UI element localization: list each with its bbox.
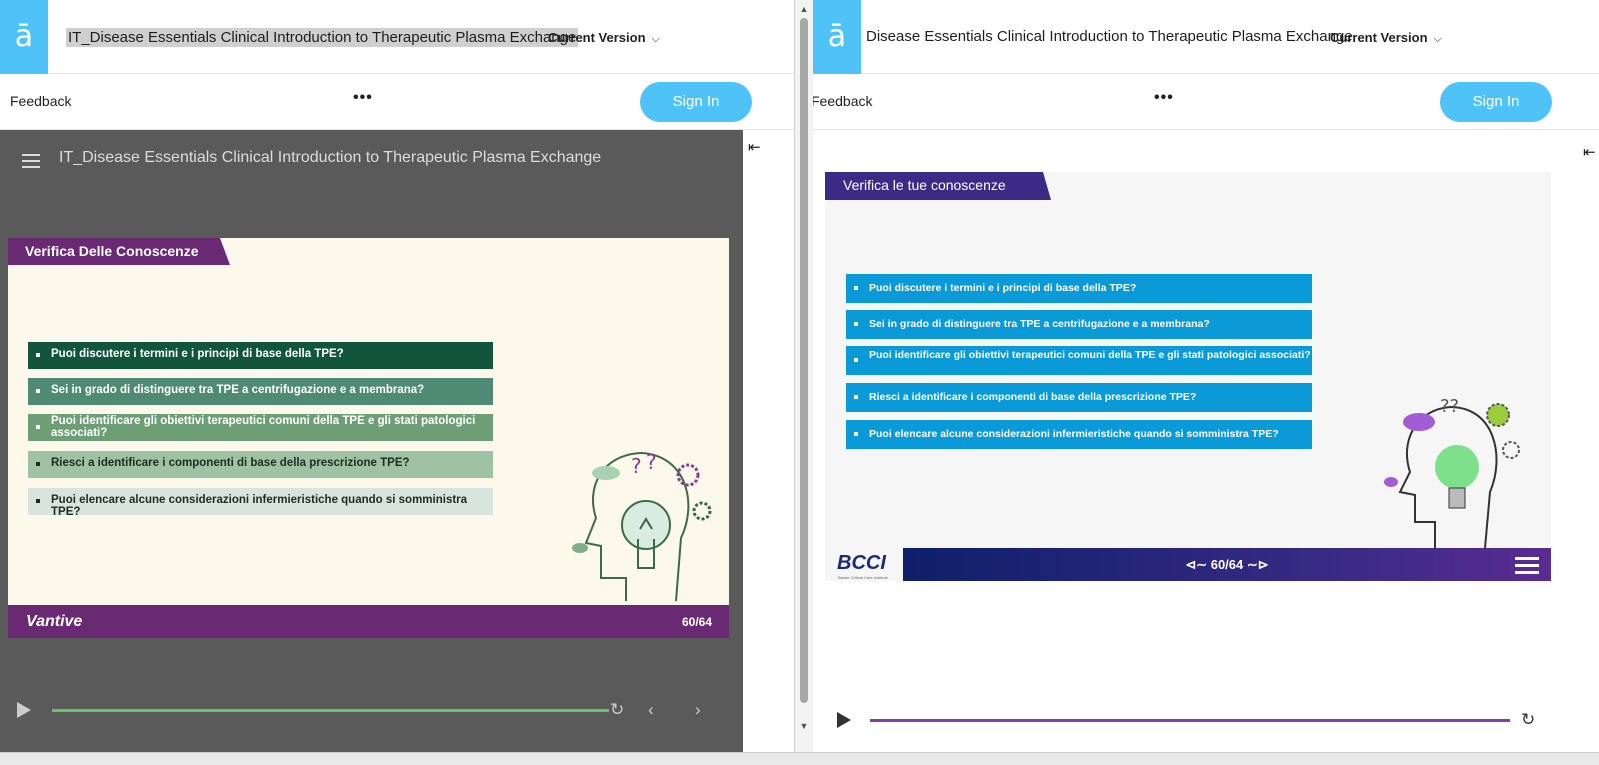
question-item: Puoi discutere i termini e i principi di… (28, 342, 493, 369)
chevron-down-icon: ⌵ (651, 33, 660, 45)
player-title: IT_Disease Essentials Clinical Introduct… (59, 149, 602, 166)
next-icon[interactable]: › (695, 700, 701, 720)
question-item: Puoi identificare gli obiettivi terapeut… (28, 414, 493, 441)
play-icon[interactable] (17, 702, 31, 718)
version-label: Current Version (1330, 30, 1428, 45)
version-dropdown[interactable]: Current Version ⌵ (1330, 30, 1442, 46)
prev-icon[interactable]: ‹ (648, 700, 654, 720)
question-item: Sei in grado di distinguere tra TPE a ce… (846, 310, 1312, 339)
version-dropdown[interactable]: Current Version ⌵ (548, 30, 660, 46)
slide-footer: Vantive 60/64 (8, 605, 729, 638)
vertical-scrollbar[interactable]: ▲ ▼ (796, 0, 812, 752)
question-item: Puoi discutere i termini e i principi di… (846, 274, 1312, 303)
top-bar: ā Disease Essentials Clinical Introducti… (813, 0, 1599, 74)
version-label: Current Version (548, 30, 646, 45)
progress-bar[interactable] (870, 719, 1510, 722)
right-pane: ā Disease Essentials Clinical Introducti… (813, 0, 1599, 752)
svg-text:?: ? (631, 454, 642, 478)
lightbulb-head-illustration: ? ? (572, 450, 712, 602)
feedback-link[interactable]: Feedback (813, 93, 872, 109)
feedback-bar: Feedback ••• Sign In (813, 74, 1599, 130)
slide: Verifica le tue conoscenze Puoi discuter… (825, 172, 1551, 581)
chevron-down-icon: ⌵ (1433, 33, 1442, 45)
slide-counter-text: 60/64 (1210, 557, 1244, 572)
feedback-link[interactable]: Feedback (10, 93, 71, 109)
logo-icon[interactable]: ā (0, 0, 48, 74)
svg-text:?: ? (646, 450, 657, 474)
hamburger-icon[interactable] (1515, 557, 1539, 578)
feedback-bar: Feedback ••• Sign In (0, 74, 794, 130)
slide-heading: Verifica le tue conoscenze (825, 172, 1051, 200)
slide-counter: 60/64 (681, 615, 712, 629)
scrollbar-thumb[interactable] (800, 18, 808, 703)
replay-icon[interactable]: ↻ (1521, 710, 1535, 730)
question-item: Puoi elencare alcune considerazioni infe… (846, 420, 1312, 449)
replay-icon[interactable]: ↻ (610, 700, 624, 720)
play-icon[interactable] (837, 712, 851, 728)
more-options-button[interactable]: ••• (353, 89, 373, 107)
brand-logo: Vantive (26, 613, 83, 630)
slide-navbar: ⊲∼ 60/64 ∼⊳ (903, 548, 1551, 581)
question-item: Riesci a identificare i componenti di ba… (28, 451, 493, 478)
slide-counter: ⊲∼ 60/64 ∼⊳ (903, 557, 1551, 573)
slide-heading: Verifica Delle Conoscenze (8, 238, 230, 265)
top-bar: ā IT_Disease Essentials Clinical Introdu… (0, 0, 794, 74)
next-icon[interactable]: ∼⊳ (1243, 557, 1269, 572)
more-options-button[interactable]: ••• (1154, 89, 1174, 107)
question-item: Riesci a identificare i componenti di ba… (846, 383, 1312, 412)
status-strip (0, 752, 1599, 765)
document-title: IT_Disease Essentials Clinical Introduct… (66, 28, 579, 47)
player-controls: ↻ (813, 700, 1599, 740)
brand-logo: BCCI (837, 552, 886, 574)
prev-icon[interactable]: ⊲∼ (1185, 557, 1210, 572)
scroll-up-icon[interactable]: ▲ (799, 4, 809, 14)
logo-icon[interactable]: ā (813, 0, 861, 74)
question-item: Puoi elencare alcune considerazioni infe… (28, 488, 493, 518)
collapse-panel-icon[interactable]: ⇤ (748, 138, 761, 156)
svg-text:??: ?? (1440, 396, 1459, 417)
side-panel: ⇤ (743, 130, 794, 752)
left-pane: ā IT_Disease Essentials Clinical Introdu… (0, 0, 795, 752)
lightbulb-head-illustration: ?? (1384, 396, 1520, 548)
player-controls: ↻ ‹ › (0, 690, 743, 730)
player: IT_Disease Essentials Clinical Introduct… (0, 130, 743, 752)
question-item: Sei in grado di distinguere tra TPE a ce… (28, 378, 493, 405)
menu-icon[interactable] (22, 154, 40, 172)
slide: Verifica Delle Conoscenze Puoi discutere… (8, 238, 729, 638)
question-item: Puoi identificare gli obiettivi terapeut… (846, 346, 1312, 375)
sign-in-button[interactable]: Sign In (1440, 82, 1552, 122)
collapse-panel-icon[interactable]: ⇤ (1583, 143, 1596, 161)
scroll-down-icon[interactable]: ▼ (799, 721, 809, 731)
sign-in-button[interactable]: Sign In (640, 82, 752, 122)
progress-bar[interactable] (52, 709, 609, 712)
document-title: Disease Essentials Clinical Introduction… (866, 28, 1353, 45)
brand-subtitle: Baxter Critical Care Institute (838, 575, 888, 580)
